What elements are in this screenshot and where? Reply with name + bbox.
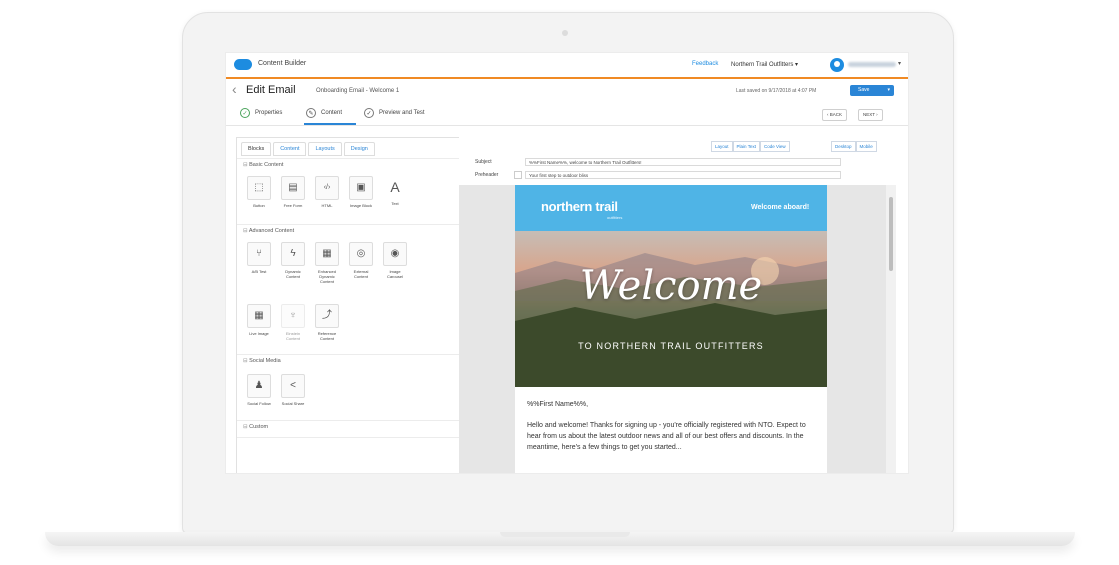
mobile-button[interactable]: Mobile <box>855 141 877 152</box>
layout-view-button[interactable]: Layout <box>711 141 733 152</box>
block-einstein-content[interactable]: ♆ Einstein Content <box>279 304 307 341</box>
button-block-icon: ⬚ <box>247 176 271 200</box>
carousel-icon: ◉ <box>383 242 407 266</box>
panel-tabs: Blocks Content Layouts Design <box>241 142 377 156</box>
editor-header: ‹ Edit Email Onboarding Email - Welcome … <box>226 79 908 101</box>
active-step-indicator <box>304 123 356 125</box>
block-social-follow[interactable]: ♟ Social Follow <box>245 374 273 406</box>
tab-content[interactable]: Content <box>273 142 307 156</box>
block-text[interactable]: A Text <box>381 176 409 206</box>
block-image-carousel[interactable]: ◉ Image Carousel <box>381 242 409 279</box>
block-social-share[interactable]: < Social Share <box>279 374 307 406</box>
email-preview[interactable]: northern trail outfitters Welcome aboard… <box>515 185 827 473</box>
subject-input[interactable]: %%First Name%%, welcome to Northern Trai… <box>525 158 841 166</box>
feedback-link[interactable]: Feedback <box>692 61 718 67</box>
section-title[interactable]: Custom <box>243 424 268 430</box>
app-screen: Content Builder Feedback Northern Trail … <box>225 52 909 474</box>
lightning-icon: ϟ <box>281 242 305 266</box>
share-icon: < <box>281 374 305 398</box>
check-icon: ✓ <box>364 108 374 118</box>
hero-subtitle: TO NORTHERN TRAIL OUTFITTERS <box>578 341 764 351</box>
block-reference-content[interactable]: ⤴ Reference Content <box>313 304 341 341</box>
next-button[interactable]: NEXT › <box>858 109 883 121</box>
email-header-banner: northern trail outfitters Welcome aboard… <box>515 185 827 231</box>
body-paragraph: Hello and welcome! Thanks for signing up… <box>527 422 806 451</box>
canvas-scrollbar[interactable] <box>886 185 896 473</box>
block-external-content[interactable]: ◎ External Content <box>347 242 375 279</box>
step-preview-and-test[interactable]: ✓ Preview and Test <box>364 108 425 118</box>
personalization-icon[interactable] <box>514 171 522 179</box>
preheader-label: Preheader <box>475 172 499 178</box>
last-saved-text: Last saved on 9/17/2018 at 4:07 PM <box>736 88 817 94</box>
email-editor-pane: Layout Plain Text Code View Desktop Mobi… <box>459 137 908 473</box>
tab-design[interactable]: Design <box>343 142 375 156</box>
hero-image: Welcome TO NORTHERN TRAIL OUTFITTERS <box>515 231 827 387</box>
preheader-input[interactable]: Your first step to outdoor bliss <box>525 171 841 179</box>
global-header: Content Builder Feedback Northern Trail … <box>226 53 908 79</box>
view-mode-toggle: Layout Plain Text Code View <box>711 141 790 152</box>
pencil-icon: ✎ <box>306 108 316 118</box>
brand-subtitle: outfitters <box>607 215 623 220</box>
subject-label: Subject <box>475 159 492 165</box>
code-icon: ‹/› <box>315 176 339 200</box>
content-panel: Blocks Content Layouts Design Basic Cont… <box>236 137 460 473</box>
ab-test-icon: ⑂ <box>247 242 271 266</box>
section-title[interactable]: Basic Content <box>243 162 283 168</box>
image-icon: ▣ <box>349 176 373 200</box>
enhanced-dynamic-icon: ▦ <box>315 242 339 266</box>
tab-blocks[interactable]: Blocks <box>241 142 272 156</box>
block-button[interactable]: ⬚ Button <box>245 176 273 208</box>
laptop-notch <box>500 532 630 537</box>
code-view-button[interactable]: Code View <box>759 141 790 152</box>
desktop-button[interactable]: Desktop <box>831 141 856 152</box>
section-title[interactable]: Social Media <box>243 358 281 364</box>
block-live-image[interactable]: ▦ Live Image <box>245 304 273 336</box>
section-title[interactable]: Advanced Content <box>243 228 294 234</box>
plain-text-view-button[interactable]: Plain Text <box>732 141 760 152</box>
user-avatar-icon[interactable] <box>830 58 844 72</box>
device-toggle: Desktop Mobile <box>831 141 877 152</box>
salesforce-cloud-icon <box>234 59 252 70</box>
hero-title: Welcome <box>579 263 763 309</box>
step-bar: ✓ Properties ✎ Content ✓ Preview and Tes… <box>226 103 908 126</box>
custom-section: Custom <box>237 420 459 438</box>
tab-layouts[interactable]: Layouts <box>308 142 342 156</box>
app-title: Content Builder <box>258 60 307 67</box>
email-name: Onboarding Email - Welcome 1 <box>316 88 400 94</box>
back-chevron-icon[interactable]: ‹ <box>232 81 237 97</box>
block-image[interactable]: ▣ Image Block <box>347 176 375 208</box>
social-follow-icon: ♟ <box>247 374 271 398</box>
block-ab-test[interactable]: ⑂ A/B Test <box>245 242 273 274</box>
step-content[interactable]: ✎ Content <box>306 108 342 118</box>
reference-icon: ⤴ <box>315 304 339 328</box>
block-free-form[interactable]: ▤ Free Form <box>279 176 307 208</box>
mountain-landscape-image <box>515 253 827 387</box>
org-switcher[interactable]: Northern Trail Outfitters ▾ <box>731 61 798 68</box>
step-properties[interactable]: ✓ Properties <box>240 108 282 118</box>
einstein-icon: ♆ <box>281 304 305 328</box>
email-body: %%First Name%%, Hello and welcome! Thank… <box>527 399 819 453</box>
block-html[interactable]: ‹/› HTML <box>313 176 341 208</box>
step-label: Preview and Test <box>379 110 425 116</box>
live-image-icon: ▦ <box>247 304 271 328</box>
camera-dot <box>562 30 568 36</box>
welcome-aboard-text: Welcome aboard! <box>751 204 810 211</box>
free-form-icon: ▤ <box>281 176 305 200</box>
check-icon: ✓ <box>240 108 250 118</box>
block-enhanced-dynamic-content[interactable]: ▦ Enhanced Dynamic Content <box>313 242 341 284</box>
user-name-blurred[interactable] <box>848 62 896 67</box>
step-label: Content <box>321 110 343 116</box>
back-button[interactable]: ‹ BACK <box>822 109 848 121</box>
page-title: Edit Email <box>246 84 296 96</box>
brand-logo: northern trail <box>541 199 618 214</box>
text-icon: A <box>390 179 400 195</box>
save-button[interactable]: Save <box>850 85 894 96</box>
chevron-down-icon[interactable]: ▾ <box>898 60 901 67</box>
step-label: Properties <box>255 110 283 116</box>
block-dynamic-content[interactable]: ϟ Dynamic Content <box>279 242 307 279</box>
greeting-text: %%First Name%%, <box>527 401 589 408</box>
globe-icon: ◎ <box>349 242 373 266</box>
